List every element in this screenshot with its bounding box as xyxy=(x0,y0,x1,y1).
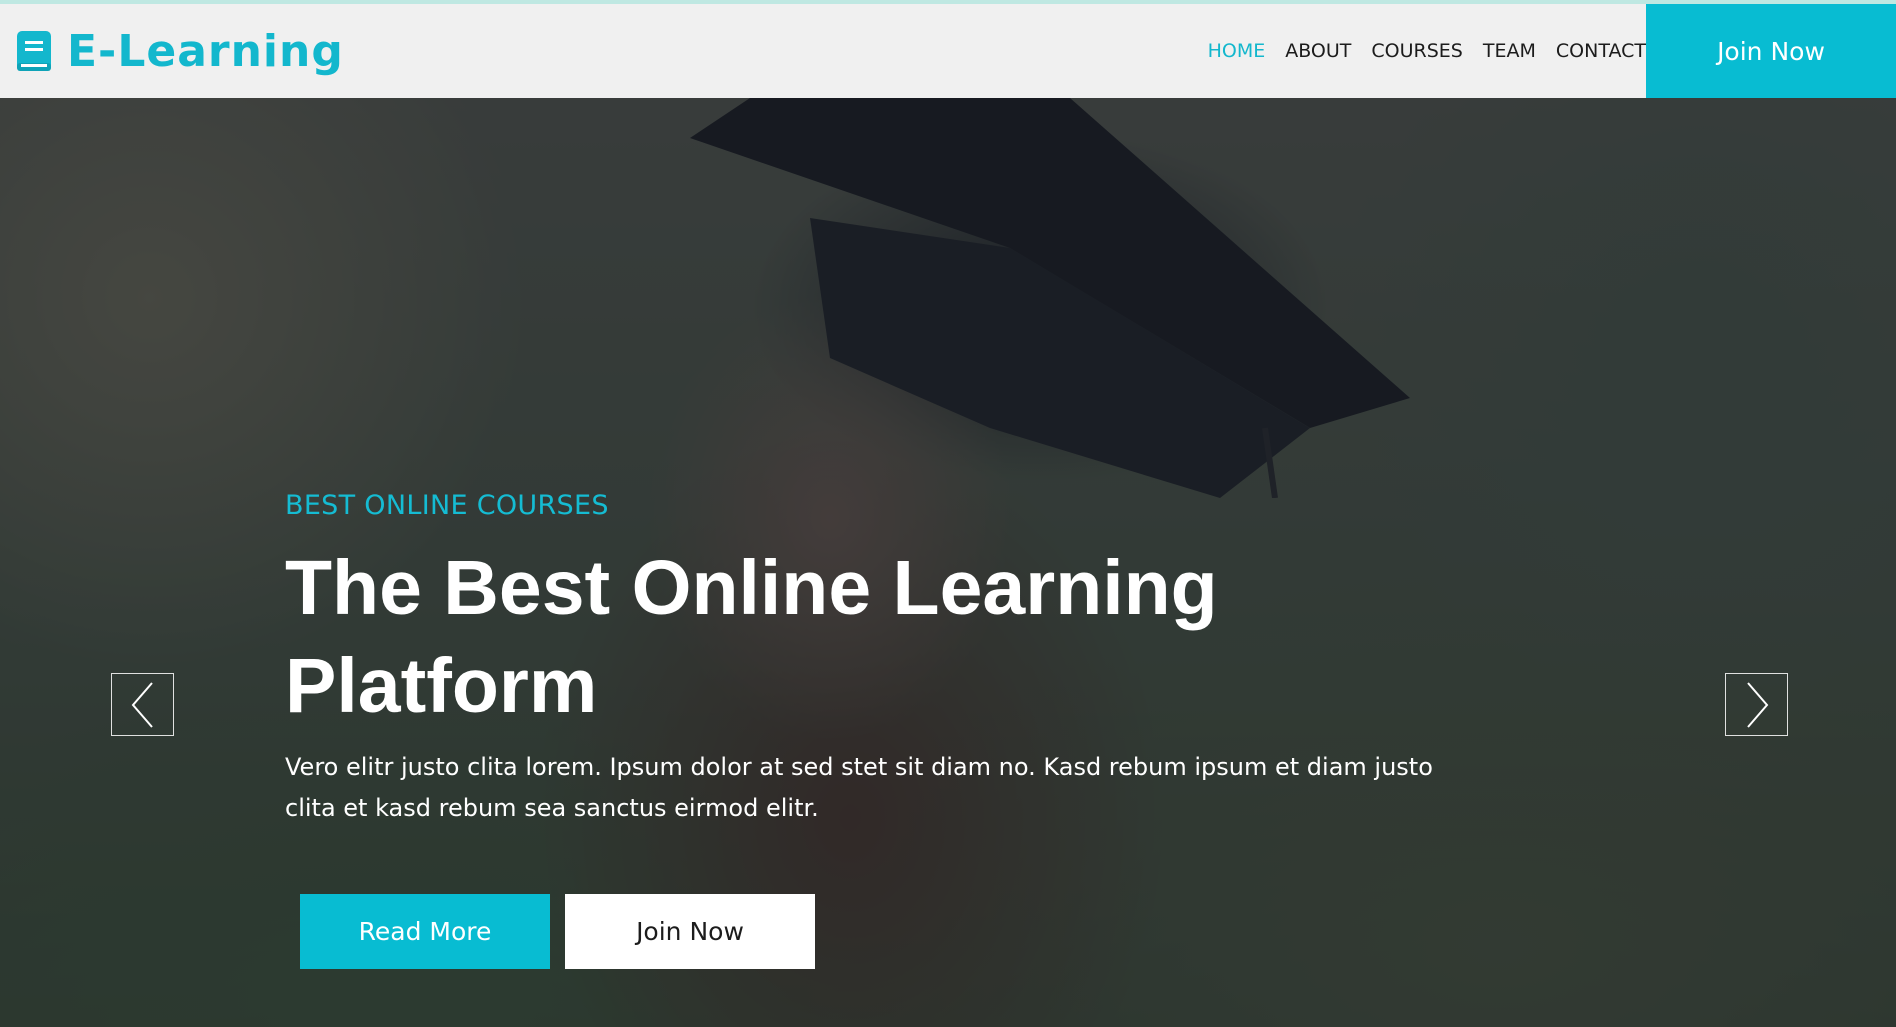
chevron-right-icon xyxy=(1746,681,1768,728)
carousel-prev-button[interactable] xyxy=(111,673,174,736)
main-navigation: HOME ABOUT COURSES TEAM CONTACT xyxy=(1208,4,1646,98)
nav-item-courses[interactable]: COURSES xyxy=(1371,40,1462,62)
join-now-nav-button[interactable]: Join Now xyxy=(1646,4,1896,98)
hero-description: Vero elitr justo clita lorem. Ipsum dolo… xyxy=(285,753,1433,822)
brand-logo-link[interactable]: E-Learning xyxy=(15,4,344,98)
carousel-next-button[interactable] xyxy=(1725,673,1788,736)
nav-item-contact[interactable]: CONTACT xyxy=(1556,40,1646,62)
nav-item-home[interactable]: HOME xyxy=(1208,40,1266,62)
hero-title: The Best Online Learning Platform xyxy=(285,545,1218,729)
book-icon xyxy=(15,29,53,73)
hero-button-group: Read More Join Now xyxy=(300,894,815,969)
nav-item-team[interactable]: TEAM xyxy=(1483,40,1536,62)
chevron-left-icon xyxy=(131,681,153,728)
navbar: E-Learning HOME ABOUT COURSES TEAM CONTA… xyxy=(0,4,1896,98)
read-more-button[interactable]: Read More xyxy=(300,894,550,969)
nav-item-about[interactable]: ABOUT xyxy=(1285,40,1351,62)
hero-content: BEST ONLINE COURSES The Best Online Lear… xyxy=(285,490,1485,829)
hero-kicker: BEST ONLINE COURSES xyxy=(285,490,609,521)
join-now-button[interactable]: Join Now xyxy=(565,894,815,969)
brand-name: E-Learning xyxy=(67,25,344,77)
